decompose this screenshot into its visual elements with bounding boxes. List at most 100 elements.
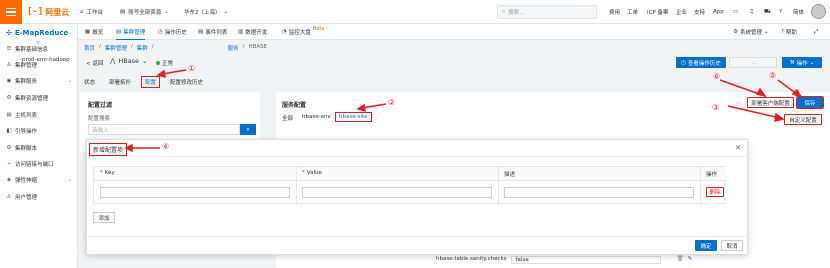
edit-icon[interactable]: ✎	[688, 256, 693, 264]
disabled-action-button: ⌄	[729, 57, 777, 68]
view-history-button[interactable]: ◷ 查看操作历史	[676, 57, 726, 68]
crumb-service[interactable]: 服务	[228, 44, 239, 52]
cart-icon[interactable]: ⛟	[764, 6, 771, 18]
annotation-2: ②	[388, 98, 396, 107]
status-badge: 正常	[156, 59, 173, 67]
breadcrumb: 首页 / 集群管理 / 集群 / 服务 / HBASE	[84, 44, 267, 52]
subtab-config-history[interactable]: 配置修改历史	[170, 76, 203, 88]
sidebar-item[interactable]: ◈ 弹性伸缩 ⌄	[6, 175, 76, 184]
col-key: * Key	[100, 170, 115, 176]
terminal-icon[interactable]: ▭	[733, 6, 738, 18]
deploy-client-config-button[interactable]: 部署客户端配置	[747, 97, 794, 108]
custom-config-button[interactable]: 自定义配置	[784, 114, 822, 125]
language-selector[interactable]: 简体	[793, 6, 804, 18]
subtab-topology[interactable]: 部署拓扑	[109, 76, 131, 88]
tab-label: 概览	[92, 30, 104, 36]
cancel-button[interactable]: 取消	[721, 240, 743, 251]
tab-operation-history[interactable]: ◷ 操作历史	[158, 24, 187, 40]
account-selector[interactable]: ▤ 账号全部资源 ⌄	[120, 6, 169, 18]
global-search-input[interactable]: ⌕ 搜索...	[497, 5, 597, 19]
action-label: 操作	[796, 60, 808, 67]
system-manage-menu[interactable]: ⚙ 系统管理 ⌄	[733, 24, 769, 40]
sidebar-item[interactable]: ◉ 集群服务 ⌄	[6, 76, 76, 85]
action-dropdown-button[interactable]: ⚒ 操作 ⌄	[782, 57, 822, 68]
crumb-cluster-manage[interactable]: 集群管理	[105, 44, 127, 52]
emr-logo-icon: ✣	[6, 29, 12, 37]
sidebar-item[interactable]: ♙ 集群管理	[6, 60, 76, 69]
add-config-dialog: 新增配置项 ✕ * Key * Value 描述 操作 删除 添加 确定 取消	[86, 139, 748, 255]
nav-icp[interactable]: ICP 备案	[647, 6, 669, 18]
nav-support[interactable]: 支持	[694, 6, 705, 18]
config-row: hbase.table.sanity.checks false 🗑 ✎	[436, 256, 692, 264]
crumb-home[interactable]: 首页	[84, 44, 95, 52]
cfgtab-hbase-env[interactable]: hbase-env	[302, 114, 331, 120]
sidebar-item-label: 用户管理	[15, 194, 38, 201]
sidebar-item[interactable]: ♙ 用户管理	[6, 192, 76, 201]
search-button[interactable]: ⌕	[240, 124, 256, 135]
sidebar-item[interactable]: ◧ 引导操作	[6, 126, 76, 135]
tab-overview[interactable]: ▦ 概览	[85, 24, 103, 40]
config-value[interactable]: false	[510, 256, 661, 264]
cfgtab-all[interactable]: 全部	[282, 114, 293, 122]
sidebar-item-icon: ♙	[6, 193, 12, 200]
cfgtab-hbase-site[interactable]: hbase-site	[335, 112, 372, 122]
confirm-button[interactable]: 确定	[695, 240, 717, 251]
sidebar-item-label: 集群基础信息	[15, 46, 49, 53]
nav-billing[interactable]: 费用	[609, 6, 620, 18]
delete-row-button[interactable]: 删除	[706, 187, 724, 197]
aliyun-logo[interactable]: [-] 阿里云	[27, 6, 69, 18]
description-input[interactable]	[504, 187, 694, 198]
tab-label: 事件列表	[205, 30, 228, 36]
table-header	[94, 167, 726, 181]
tab-cluster-manage[interactable]: ▤ 集群管理	[116, 24, 146, 40]
dialog-footer-divider	[87, 236, 747, 237]
info-icon[interactable]: ⓘ	[736, 100, 742, 108]
tab-event-list[interactable]: ▤ 事件列表	[198, 24, 227, 40]
sidebar-item[interactable]: ⚙ 集群脚本	[6, 143, 76, 152]
trash-icon[interactable]: 🗑	[677, 256, 684, 264]
help-icon[interactable]: ?	[779, 6, 782, 18]
service-name: HBase	[118, 57, 140, 65]
sidebar-item-icon: ⚙	[6, 94, 12, 101]
add-row-button[interactable]: 添加	[93, 212, 115, 223]
help-link[interactable]: ? 帮助	[781, 24, 797, 40]
sidebar-item[interactable]: ☰ 集群基础信息	[6, 44, 76, 53]
chevron-down-icon: ⌄	[223, 9, 229, 15]
sidebar-item[interactable]: ⌁ 访问链接与端口	[6, 159, 76, 168]
sidebar-item[interactable]: ⚙ 集群资源管理	[6, 93, 76, 102]
annotation-6: ⑥	[713, 72, 721, 81]
search-icon: ⌕	[246, 125, 250, 133]
value-input[interactable]	[302, 187, 492, 198]
key-input[interactable]	[100, 187, 290, 198]
chevron-down-icon: ⌄	[751, 59, 757, 66]
avatar[interactable]	[811, 4, 826, 19]
service-selector[interactable]: ⋀ HBase ⌄	[110, 57, 148, 65]
expand-icon[interactable]: ⤢	[814, 24, 818, 40]
save-button[interactable]: 保存	[796, 96, 824, 109]
nav-ticket[interactable]: 工单	[627, 6, 638, 18]
status-dot-icon	[156, 61, 160, 65]
bell-icon[interactable]: ♫	[749, 6, 754, 18]
workbench-link[interactable]: ⌂ 工作台	[80, 6, 103, 18]
tab-monitor[interactable]: ◔ 监控大盘 Beta	[282, 24, 324, 40]
resource-icon: ▤	[120, 9, 126, 15]
nav-app[interactable]: App	[713, 6, 724, 18]
menu-icon[interactable]	[0, 0, 22, 24]
service-subtabs: 状态 部署拓扑 配置 配置修改历史	[84, 76, 217, 88]
close-icon[interactable]: ✕	[735, 144, 741, 152]
config-search-input[interactable]: 请输入	[88, 124, 240, 135]
back-link[interactable]: < 返回	[86, 59, 103, 67]
subtab-config[interactable]: 配置	[141, 76, 161, 88]
sidebar-item[interactable]: ▤ 主机列表	[6, 110, 76, 119]
subtab-status[interactable]: 状态	[84, 76, 95, 88]
nav-enterprise[interactable]: 企业	[676, 6, 687, 18]
annotation-1: ①	[188, 64, 196, 73]
overview-icon: ▦	[85, 29, 91, 35]
col-op: 操作	[706, 172, 718, 178]
sidebar-item-label: 集群资源管理	[15, 95, 49, 102]
emr-brand[interactable]: ✣ E-MapReduce	[6, 28, 68, 38]
tab-data-dev[interactable]: ▥ 数据开发	[238, 24, 267, 40]
clock-icon: ◷	[158, 29, 163, 35]
region-selector[interactable]: 华东2（上海） ⌄	[184, 6, 228, 18]
crumb-cluster[interactable]: 集群	[137, 44, 148, 52]
